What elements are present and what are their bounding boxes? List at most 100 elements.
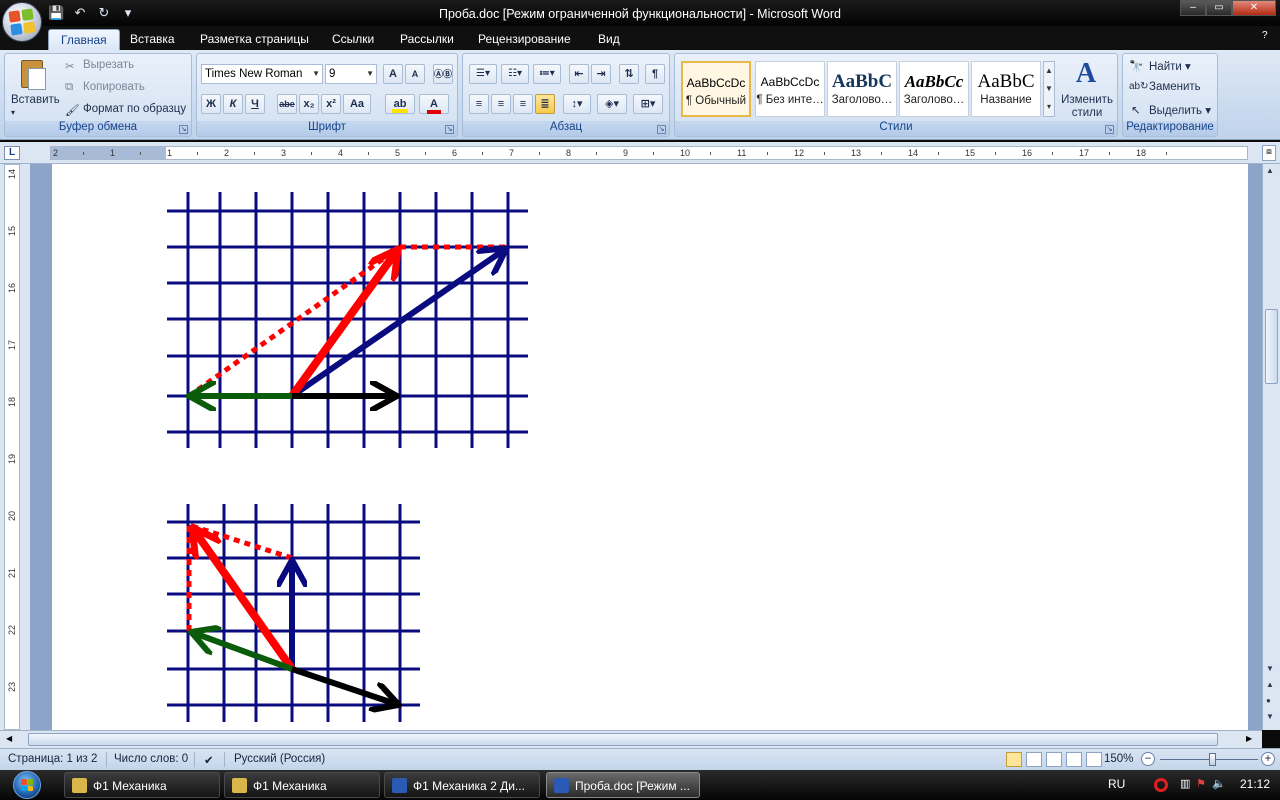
- minimize-button[interactable]: ‒: [1180, 0, 1206, 16]
- vertical-ruler[interactable]: 14 15 16 17 18 19 20 21 22 23: [0, 164, 30, 730]
- view-ruler-icon[interactable]: ⧈: [1262, 145, 1276, 161]
- web-layout-icon[interactable]: [1046, 752, 1062, 767]
- style-heading-2[interactable]: AaBbCc Заголово…: [899, 61, 969, 117]
- zoom-in-button[interactable]: +: [1261, 752, 1275, 766]
- maximize-button[interactable]: ▭: [1206, 0, 1232, 16]
- decrease-indent-icon[interactable]: ⇤: [569, 64, 589, 84]
- horizontal-scroll-thumb[interactable]: [28, 733, 1218, 746]
- shrink-font-button[interactable]: A: [405, 64, 425, 84]
- antivirus-icon[interactable]: [1154, 778, 1168, 792]
- show-formatting-button[interactable]: ¶: [645, 64, 665, 84]
- page-count[interactable]: Страница: 1 из 2: [8, 753, 97, 765]
- bold-button[interactable]: Ж: [201, 94, 221, 114]
- align-right-icon[interactable]: ≡: [513, 94, 533, 114]
- sort-icon[interactable]: ⇅: [619, 64, 639, 84]
- replace-button[interactable]: Заменить: [1149, 81, 1201, 93]
- font-name-select[interactable]: Times New Roman ▼: [201, 64, 323, 84]
- paste-icon[interactable]: [17, 58, 51, 92]
- style-no-spacing[interactable]: AaBbCcDc ¶ Без инте…: [755, 61, 825, 117]
- taskbar-item-4[interactable]: Проба.doc [Режим ...: [546, 772, 700, 798]
- outline-view-icon[interactable]: [1066, 752, 1082, 767]
- draft-view-icon[interactable]: [1086, 752, 1102, 767]
- font-size-select[interactable]: 9 ▼: [325, 64, 377, 84]
- next-page-icon[interactable]: ▼: [1266, 712, 1274, 721]
- increase-indent-icon[interactable]: ⇥: [591, 64, 611, 84]
- style-heading-1[interactable]: AaBbC Заголово…: [827, 61, 897, 117]
- proofing-icon[interactable]: ✔: [204, 753, 214, 767]
- bullets-icon[interactable]: ☰▾: [469, 64, 497, 84]
- align-left-icon[interactable]: ≡: [469, 94, 489, 114]
- tab-page-layout[interactable]: Разметка страницы: [188, 29, 321, 50]
- style-normal[interactable]: AaBbCcDc ¶ Обычный: [681, 61, 751, 117]
- scroll-up-icon[interactable]: ▲: [1266, 166, 1274, 175]
- styles-launcher-icon[interactable]: ↘: [1105, 125, 1114, 134]
- clock[interactable]: 21:12: [1240, 777, 1270, 791]
- scroll-right-icon[interactable]: ▶: [1246, 734, 1252, 743]
- tab-selector[interactable]: L: [4, 146, 20, 160]
- input-language[interactable]: RU: [1108, 777, 1125, 791]
- taskbar-item-1[interactable]: Ф1 Механика: [64, 772, 220, 798]
- horizontal-ruler[interactable]: 2 1 1 2 3 4 5 6 7 8 9 10 11 12 13 14 15 16 17 18: [50, 146, 1248, 160]
- scroll-down-icon[interactable]: ▼: [1266, 664, 1274, 673]
- change-styles-button[interactable]: Изменить стили: [1061, 94, 1113, 120]
- zoom-level[interactable]: 150%: [1104, 753, 1133, 765]
- highlight-color-icon[interactable]: ab: [385, 94, 415, 114]
- zoom-out-button[interactable]: −: [1141, 752, 1155, 766]
- help-icon[interactable]: ?: [1262, 30, 1268, 41]
- superscript-button[interactable]: x²: [321, 94, 341, 114]
- tab-insert[interactable]: Вставка: [118, 29, 187, 50]
- horizontal-scrollbar[interactable]: ◀ ▶: [0, 730, 1262, 748]
- word-count[interactable]: Число слов: 0: [114, 753, 188, 765]
- italic-button[interactable]: К: [223, 94, 243, 114]
- tab-mailings[interactable]: Рассылки: [388, 29, 466, 50]
- line-spacing-icon[interactable]: ↕▾: [563, 94, 591, 114]
- flag-icon[interactable]: ⚑: [1196, 777, 1206, 790]
- style-title[interactable]: AaBbC Название: [971, 61, 1041, 117]
- tab-references[interactable]: Ссылки: [320, 29, 386, 50]
- change-case-button[interactable]: Aa: [343, 94, 371, 114]
- vertical-scrollbar[interactable]: ▲ ▼ ▲ ● ▼: [1262, 164, 1280, 730]
- full-screen-reading-icon[interactable]: [1026, 752, 1042, 767]
- paste-dropdown-icon[interactable]: ▾: [11, 108, 15, 117]
- strikethrough-button[interactable]: abe: [277, 94, 297, 114]
- subscript-button[interactable]: x₂: [299, 94, 319, 114]
- language-indicator[interactable]: Русский (Россия): [234, 753, 325, 765]
- close-button[interactable]: ✕: [1232, 0, 1276, 16]
- office-button[interactable]: [2, 2, 42, 42]
- taskbar-item-3[interactable]: Ф1 Механика 2 Ди...: [384, 772, 540, 798]
- taskbar-item-2[interactable]: Ф1 Механика: [224, 772, 380, 798]
- document-page[interactable]: [52, 164, 1248, 730]
- borders-icon[interactable]: ⊞▾: [633, 94, 663, 114]
- numbering-icon[interactable]: ☷▾: [501, 64, 529, 84]
- select-button[interactable]: Выделить ▾: [1149, 103, 1211, 117]
- clear-format-icon[interactable]: ⒶⒷ: [433, 64, 453, 84]
- tab-view[interactable]: Вид: [586, 29, 632, 50]
- volume-icon[interactable]: 🔈: [1212, 777, 1226, 790]
- font-color-icon[interactable]: A: [419, 94, 449, 114]
- vertical-scroll-thumb[interactable]: [1265, 309, 1278, 384]
- zoom-slider-thumb[interactable]: [1209, 753, 1216, 766]
- scroll-left-icon[interactable]: ◀: [6, 734, 12, 743]
- paragraph-launcher-icon[interactable]: ↘: [657, 125, 666, 134]
- clipboard-launcher-icon[interactable]: ↘: [179, 125, 188, 134]
- copy-button[interactable]: Копировать: [83, 81, 145, 93]
- paste-button[interactable]: Вставить: [11, 94, 60, 106]
- cut-button[interactable]: Вырезать: [83, 59, 134, 71]
- change-styles-icon[interactable]: A: [1071, 58, 1101, 90]
- justify-icon[interactable]: ≣: [535, 94, 555, 114]
- styles-scroll-icon[interactable]: ▲ ▼ ▾: [1043, 61, 1055, 117]
- align-center-icon[interactable]: ≡: [491, 94, 511, 114]
- start-button[interactable]: [4, 770, 50, 800]
- network-icon[interactable]: ▥: [1180, 777, 1190, 790]
- underline-button[interactable]: Ч: [245, 94, 265, 114]
- tab-review[interactable]: Рецензирование: [466, 29, 583, 50]
- browse-object-icon[interactable]: ●: [1266, 696, 1271, 705]
- previous-page-icon[interactable]: ▲: [1266, 680, 1274, 689]
- format-painter-button[interactable]: Формат по образцу: [83, 103, 186, 115]
- print-layout-view-icon[interactable]: [1006, 752, 1022, 767]
- font-launcher-icon[interactable]: ↘: [445, 125, 454, 134]
- grow-font-button[interactable]: A: [383, 64, 403, 84]
- multilevel-list-icon[interactable]: ≔▾: [533, 64, 561, 84]
- shading-icon[interactable]: ◈▾: [597, 94, 627, 114]
- find-button[interactable]: Найти ▾: [1149, 59, 1191, 73]
